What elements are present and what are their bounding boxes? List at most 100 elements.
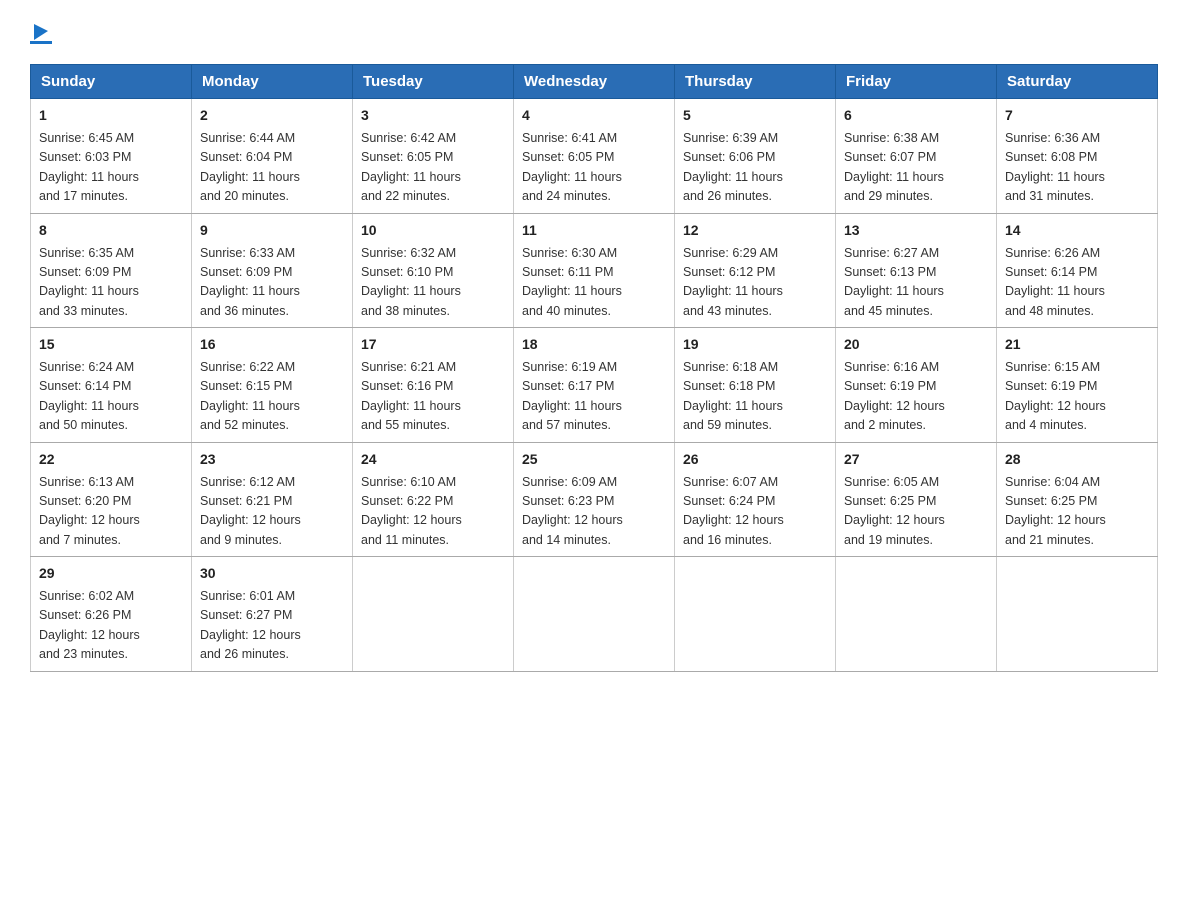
calendar-cell: 15 Sunrise: 6:24 AMSunset: 6:14 PMDayligh… xyxy=(31,328,192,443)
day-info: Sunrise: 6:13 AMSunset: 6:20 PMDaylight:… xyxy=(39,473,183,551)
calendar-cell: 12Sunrise: 6:29 AMSunset: 6:12 PMDayligh… xyxy=(675,213,836,328)
day-number: 25 xyxy=(522,449,666,470)
calendar-cell: 24 Sunrise: 6:10 AMSunset: 6:22 PMDayligh… xyxy=(353,442,514,557)
day-number: 30 xyxy=(200,563,344,584)
day-info: Sunrise: 6:02 AMSunset: 6:26 PMDaylight:… xyxy=(39,587,183,665)
day-info: Sunrise: 6:09 AMSunset: 6:23 PMDaylight:… xyxy=(522,473,666,551)
logo-triangle-icon xyxy=(30,20,52,42)
header-saturday: Saturday xyxy=(997,65,1158,99)
day-info: Sunrise: 6:27 AMSunset: 6:13 PMDaylight:… xyxy=(844,244,988,322)
day-info: Sunrise: 6:10 AMSunset: 6:22 PMDaylight:… xyxy=(361,473,505,551)
calendar-cell: 5Sunrise: 6:39 AMSunset: 6:06 PMDaylight… xyxy=(675,99,836,214)
week-row-1: 1Sunrise: 6:45 AMSunset: 6:03 PMDaylight… xyxy=(31,99,1158,214)
day-info: Sunrise: 6:29 AMSunset: 6:12 PMDaylight:… xyxy=(683,244,827,322)
day-info: Sunrise: 6:30 AMSunset: 6:11 PMDaylight:… xyxy=(522,244,666,322)
day-info: Sunrise: 6:32 AMSunset: 6:10 PMDaylight:… xyxy=(361,244,505,322)
calendar-cell: 30 Sunrise: 6:01 AMSunset: 6:27 PMDayligh… xyxy=(192,557,353,672)
calendar-cell: 26 Sunrise: 6:07 AMSunset: 6:24 PMDayligh… xyxy=(675,442,836,557)
calendar-cell: 10 Sunrise: 6:32 AMSunset: 6:10 PMDayligh… xyxy=(353,213,514,328)
day-info: Sunrise: 6:36 AMSunset: 6:08 PMDaylight:… xyxy=(1005,129,1149,207)
day-number: 27 xyxy=(844,449,988,470)
day-info: Sunrise: 6:38 AMSunset: 6:07 PMDaylight:… xyxy=(844,129,988,207)
day-number: 26 xyxy=(683,449,827,470)
day-info: Sunrise: 6:42 AMSunset: 6:05 PMDaylight:… xyxy=(361,129,505,207)
day-number: 5 xyxy=(683,105,827,126)
calendar-cell: 17 Sunrise: 6:21 AMSunset: 6:16 PMDayligh… xyxy=(353,328,514,443)
calendar-cell: 20 Sunrise: 6:16 AMSunset: 6:19 PMDayligh… xyxy=(836,328,997,443)
day-number: 29 xyxy=(39,563,183,584)
header-wednesday: Wednesday xyxy=(514,65,675,99)
week-row-5: 29 Sunrise: 6:02 AMSunset: 6:26 PMDayligh… xyxy=(31,557,1158,672)
logo xyxy=(30,20,52,44)
day-number: 22 xyxy=(39,449,183,470)
calendar-cell xyxy=(514,557,675,672)
calendar-cell xyxy=(836,557,997,672)
calendar-cell xyxy=(675,557,836,672)
day-info: Sunrise: 6:21 AMSunset: 6:16 PMDaylight:… xyxy=(361,358,505,436)
day-number: 16 xyxy=(200,334,344,355)
calendar-cell: 11 Sunrise: 6:30 AMSunset: 6:11 PMDayligh… xyxy=(514,213,675,328)
day-info: Sunrise: 6:01 AMSunset: 6:27 PMDaylight:… xyxy=(200,587,344,665)
day-number: 18 xyxy=(522,334,666,355)
day-number: 7 xyxy=(1005,105,1149,126)
day-info: Sunrise: 6:45 AMSunset: 6:03 PMDaylight:… xyxy=(39,129,183,207)
day-number: 28 xyxy=(1005,449,1149,470)
day-info: Sunrise: 6:35 AMSunset: 6:09 PMDaylight:… xyxy=(39,244,183,322)
day-number: 21 xyxy=(1005,334,1149,355)
calendar-cell: 6 Sunrise: 6:38 AMSunset: 6:07 PMDaylight… xyxy=(836,99,997,214)
calendar-cell: 21 Sunrise: 6:15 AMSunset: 6:19 PMDayligh… xyxy=(997,328,1158,443)
calendar-cell: 28Sunrise: 6:04 AMSunset: 6:25 PMDayligh… xyxy=(997,442,1158,557)
calendar-cell: 13 Sunrise: 6:27 AMSunset: 6:13 PMDayligh… xyxy=(836,213,997,328)
calendar-cell: 19 Sunrise: 6:18 AMSunset: 6:18 PMDayligh… xyxy=(675,328,836,443)
day-info: Sunrise: 6:41 AMSunset: 6:05 PMDaylight:… xyxy=(522,129,666,207)
day-number: 20 xyxy=(844,334,988,355)
calendar-cell: 9Sunrise: 6:33 AMSunset: 6:09 PMDaylight… xyxy=(192,213,353,328)
week-row-2: 8Sunrise: 6:35 AMSunset: 6:09 PMDaylight… xyxy=(31,213,1158,328)
calendar-cell: 23 Sunrise: 6:12 AMSunset: 6:21 PMDayligh… xyxy=(192,442,353,557)
header-friday: Friday xyxy=(836,65,997,99)
day-info: Sunrise: 6:12 AMSunset: 6:21 PMDaylight:… xyxy=(200,473,344,551)
header-sunday: Sunday xyxy=(31,65,192,99)
day-info: Sunrise: 6:05 AMSunset: 6:25 PMDaylight:… xyxy=(844,473,988,551)
weekday-header-row: SundayMondayTuesdayWednesdayThursdayFrid… xyxy=(31,65,1158,99)
day-number: 19 xyxy=(683,334,827,355)
day-info: Sunrise: 6:22 AMSunset: 6:15 PMDaylight:… xyxy=(200,358,344,436)
day-number: 24 xyxy=(361,449,505,470)
day-info: Sunrise: 6:07 AMSunset: 6:24 PMDaylight:… xyxy=(683,473,827,551)
calendar-cell: 7 Sunrise: 6:36 AMSunset: 6:08 PMDaylight… xyxy=(997,99,1158,214)
day-info: Sunrise: 6:15 AMSunset: 6:19 PMDaylight:… xyxy=(1005,358,1149,436)
calendar-cell: 16 Sunrise: 6:22 AMSunset: 6:15 PMDayligh… xyxy=(192,328,353,443)
calendar-cell: 4 Sunrise: 6:41 AMSunset: 6:05 PMDaylight… xyxy=(514,99,675,214)
day-number: 2 xyxy=(200,105,344,126)
day-number: 23 xyxy=(200,449,344,470)
header-tuesday: Tuesday xyxy=(353,65,514,99)
calendar-cell: 2Sunrise: 6:44 AMSunset: 6:04 PMDaylight… xyxy=(192,99,353,214)
calendar-cell: 1Sunrise: 6:45 AMSunset: 6:03 PMDaylight… xyxy=(31,99,192,214)
calendar-cell: 27 Sunrise: 6:05 AMSunset: 6:25 PMDayligh… xyxy=(836,442,997,557)
calendar-cell: 22 Sunrise: 6:13 AMSunset: 6:20 PMDayligh… xyxy=(31,442,192,557)
day-number: 11 xyxy=(522,220,666,241)
calendar-cell: 3 Sunrise: 6:42 AMSunset: 6:05 PMDaylight… xyxy=(353,99,514,214)
header-monday: Monday xyxy=(192,65,353,99)
day-number: 4 xyxy=(522,105,666,126)
day-info: Sunrise: 6:16 AMSunset: 6:19 PMDaylight:… xyxy=(844,358,988,436)
day-number: 10 xyxy=(361,220,505,241)
calendar-cell: 14 Sunrise: 6:26 AMSunset: 6:14 PMDayligh… xyxy=(997,213,1158,328)
day-info: Sunrise: 6:24 AMSunset: 6:14 PMDaylight:… xyxy=(39,358,183,436)
calendar-cell: 18 Sunrise: 6:19 AMSunset: 6:17 PMDayligh… xyxy=(514,328,675,443)
calendar-cell: 8Sunrise: 6:35 AMSunset: 6:09 PMDaylight… xyxy=(31,213,192,328)
day-number: 6 xyxy=(844,105,988,126)
calendar-cell xyxy=(997,557,1158,672)
day-info: Sunrise: 6:18 AMSunset: 6:18 PMDaylight:… xyxy=(683,358,827,436)
day-number: 13 xyxy=(844,220,988,241)
day-info: Sunrise: 6:19 AMSunset: 6:17 PMDaylight:… xyxy=(522,358,666,436)
day-info: Sunrise: 6:33 AMSunset: 6:09 PMDaylight:… xyxy=(200,244,344,322)
day-info: Sunrise: 6:26 AMSunset: 6:14 PMDaylight:… xyxy=(1005,244,1149,322)
day-number: 3 xyxy=(361,105,505,126)
day-number: 17 xyxy=(361,334,505,355)
calendar-cell: 25 Sunrise: 6:09 AMSunset: 6:23 PMDayligh… xyxy=(514,442,675,557)
week-row-4: 22 Sunrise: 6:13 AMSunset: 6:20 PMDayligh… xyxy=(31,442,1158,557)
day-number: 15 xyxy=(39,334,183,355)
day-number: 14 xyxy=(1005,220,1149,241)
header-thursday: Thursday xyxy=(675,65,836,99)
